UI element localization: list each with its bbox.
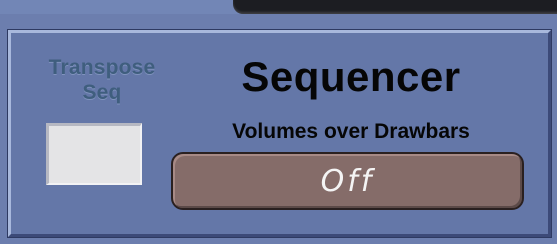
top-recess — [233, 0, 557, 14]
transpose-seq-label: Transpose Seq — [48, 56, 156, 104]
sequencer-title: Sequencer — [241, 53, 461, 100]
volumes-over-drawbars-toggle-button[interactable]: Off — [171, 152, 524, 210]
volumes-over-drawbars-label: Volumes over Drawbars — [232, 120, 470, 143]
transpose-seq-field[interactable] — [46, 123, 142, 185]
sequencer-panel: Transpose Seq Sequencer Volumes over Dra… — [8, 30, 551, 237]
toggle-button-label: Off — [320, 163, 375, 199]
